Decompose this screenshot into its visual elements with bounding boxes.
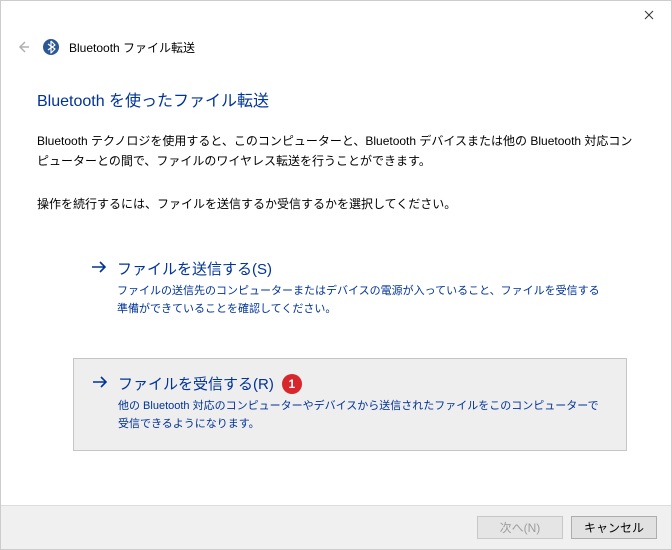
back-button[interactable] [13,37,33,57]
option-send-title: ファイルを送信する(S) [117,258,272,279]
footer: 次へ(N) キャンセル [1,505,671,549]
header-row: Bluetooth ファイル転送 [1,37,671,57]
page-instruction: 操作を続行するには、ファイルを送信するか受信するかを選択してください。 [37,194,635,214]
arrow-right-icon [91,260,107,278]
arrow-right-icon [92,375,108,393]
option-receive-title-text: ファイルを受信する(R) [118,373,274,394]
option-head: ファイルを送信する(S) [91,258,609,279]
titlebar [1,1,671,31]
page-description: Bluetooth テクノロジを使用すると、このコンピューターと、Bluetoo… [37,131,635,172]
option-send-desc: ファイルの送信先のコンピューターまたはデバイスの電源が入っていること、ファイルを… [91,283,609,318]
option-receive-desc: 他の Bluetooth 対応のコンピューターやデバイスから送信されたファイルを… [92,398,608,433]
back-arrow-icon [15,39,31,55]
bluetooth-icon [43,39,59,55]
option-head: ファイルを受信する(R) 1 [92,373,608,394]
content-area: Bluetooth を使ったファイル転送 Bluetooth テクノロジを使用す… [1,57,671,451]
annotation-badge: 1 [282,374,302,394]
cancel-button[interactable]: キャンセル [571,516,657,539]
close-button[interactable] [626,1,671,29]
option-receive-title: ファイルを受信する(R) 1 [118,373,302,394]
page-heading: Bluetooth を使ったファイル転送 [37,87,635,111]
option-receive-files[interactable]: ファイルを受信する(R) 1 他の Bluetooth 対応のコンピューターやデ… [73,358,627,450]
window-title: Bluetooth ファイル転送 [69,39,195,56]
option-send-files[interactable]: ファイルを送信する(S) ファイルの送信先のコンピューターまたはデバイスの電源が… [73,244,627,334]
next-button: 次へ(N) [477,516,563,539]
close-icon [644,10,654,20]
option-list: ファイルを送信する(S) ファイルの送信先のコンピューターまたはデバイスの電源が… [37,244,635,450]
